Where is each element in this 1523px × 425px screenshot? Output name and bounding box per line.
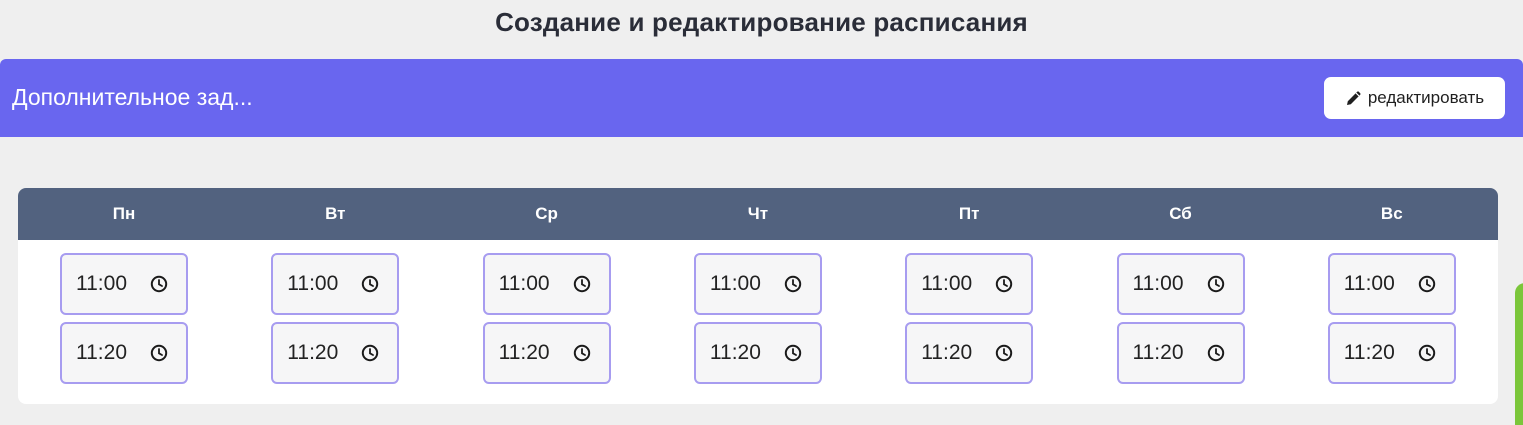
- time-value: 11:20: [287, 341, 339, 364]
- day-header-4: Пт: [958, 204, 980, 223]
- page-title: Создание и редактирование расписания: [495, 7, 1028, 37]
- clock-icon[interactable]: [361, 344, 379, 362]
- day-header-5: Сб: [1169, 204, 1192, 223]
- time-input[interactable]: 11:00: [482, 253, 611, 315]
- time-input[interactable]: 11:20: [60, 322, 188, 384]
- task-title: Дополнительное зад...: [12, 84, 253, 110]
- time-input[interactable]: 11:00: [271, 253, 400, 315]
- clock-icon[interactable]: [573, 344, 591, 362]
- edit-button-label: редактировать: [1367, 88, 1485, 107]
- time-input[interactable]: 11:20: [905, 322, 1034, 384]
- days-header: Пн Вт Ср Чт Пт Сб Вс: [18, 188, 1498, 240]
- day-header-1: Вт: [325, 204, 346, 223]
- day-header-6: Вс: [1380, 204, 1403, 223]
- time-input[interactable]: 11:00: [1327, 253, 1456, 315]
- time-input[interactable]: 11:20: [1116, 322, 1245, 384]
- edit-button[interactable]: редактировать: [1324, 77, 1505, 119]
- clock-icon[interactable]: [1418, 275, 1436, 293]
- time-value: 11:20: [76, 341, 127, 364]
- time-value: 11:00: [76, 272, 127, 295]
- time-value: 11:00: [921, 272, 973, 295]
- time-input[interactable]: 11:00: [905, 253, 1034, 315]
- time-input[interactable]: 11:20: [271, 322, 400, 384]
- time-input[interactable]: 11:20: [693, 322, 822, 384]
- clock-icon[interactable]: [573, 275, 591, 293]
- task-banner: Дополнительное зад... редактировать: [0, 59, 1523, 137]
- schedule-table: Пн Вт Ср Чт Пт Сб Вс 11:00 11:20 11:00 11:20 11:00…: [18, 188, 1498, 404]
- clock-icon[interactable]: [784, 275, 802, 293]
- time-input[interactable]: 11:00: [693, 253, 822, 315]
- clock-icon[interactable]: [995, 344, 1013, 362]
- pencil-icon: [1346, 91, 1361, 105]
- time-value: 11:20: [709, 341, 761, 364]
- time-input[interactable]: 11:00: [60, 253, 188, 315]
- day-header-0: Пн: [112, 204, 136, 223]
- clock-icon[interactable]: [361, 275, 379, 293]
- time-input[interactable]: 11:20: [482, 322, 611, 384]
- clock-icon[interactable]: [784, 344, 802, 362]
- time-value: 11:00: [1132, 272, 1184, 295]
- day-header-3: Чт: [747, 204, 769, 223]
- time-value: 11:00: [498, 272, 550, 295]
- clock-icon[interactable]: [995, 275, 1013, 293]
- time-value: 11:20: [921, 341, 973, 364]
- clock-icon[interactable]: [150, 344, 168, 362]
- time-value: 11:20: [1132, 341, 1184, 364]
- time-value: 11:00: [287, 272, 339, 295]
- clock-icon[interactable]: [1207, 275, 1225, 293]
- clock-icon[interactable]: [1418, 344, 1436, 362]
- time-value: 11:00: [709, 272, 761, 295]
- time-value: 11:00: [1343, 272, 1395, 295]
- side-accent: [1515, 283, 1523, 425]
- clock-icon[interactable]: [1207, 344, 1225, 362]
- time-value: 11:20: [498, 341, 550, 364]
- time-input[interactable]: 11:20: [1327, 322, 1456, 384]
- time-input[interactable]: 11:00: [1116, 253, 1245, 315]
- time-value: 11:20: [1343, 341, 1395, 364]
- day-header-2: Ср: [535, 204, 558, 223]
- clock-icon[interactable]: [150, 275, 168, 293]
